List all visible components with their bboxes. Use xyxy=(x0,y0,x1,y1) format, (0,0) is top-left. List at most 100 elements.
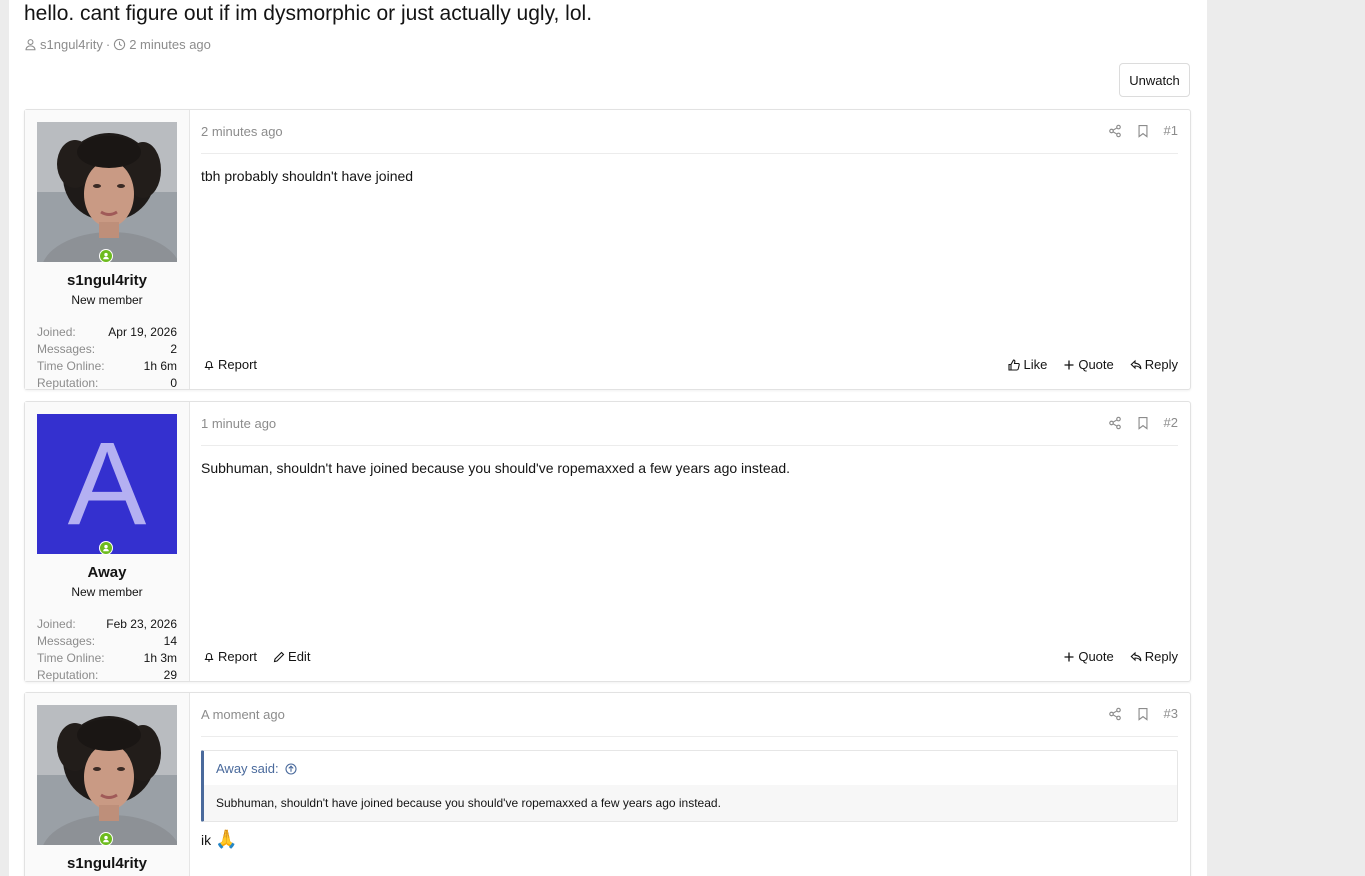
messages-value[interactable]: 14 xyxy=(164,633,177,650)
thread-time[interactable]: 2 minutes ago xyxy=(129,37,211,52)
pencil-icon xyxy=(273,651,285,662)
stat-label: Messages: xyxy=(37,634,96,648)
report-label: Report xyxy=(218,357,258,372)
post-user-cell: A Away New member Joined: Feb 23, 2026 Me… xyxy=(25,402,190,684)
stat-label: Reputation: xyxy=(37,668,99,682)
bookmark-icon[interactable] xyxy=(1136,707,1150,721)
reputation-value: 29 xyxy=(163,668,177,682)
thread-title: hello. cant figure out if im dysmorphic … xyxy=(24,2,593,25)
post-body: tbh probably shouldn't have joined xyxy=(201,168,414,184)
reply-label: Reply xyxy=(1144,649,1178,664)
quote-author[interactable]: Away said: xyxy=(216,761,279,776)
user-title: New member xyxy=(71,585,143,599)
avatar[interactable] xyxy=(37,122,177,262)
thread-meta: s1ngul4rity · 2 minutes ago xyxy=(24,37,211,52)
thread-author[interactable]: s1ngul4rity xyxy=(40,37,103,52)
meta-separator: · xyxy=(105,37,111,52)
stat-label: Time Online: xyxy=(37,651,105,665)
reply-label: Reply xyxy=(1144,357,1178,372)
stat-label: Messages: xyxy=(37,342,96,356)
quote-block: Away said: Subhuman, shouldn't have join… xyxy=(201,750,1178,822)
report-button[interactable]: Report xyxy=(203,357,257,372)
post-number[interactable]: #1 xyxy=(1164,123,1178,138)
joined-value: Apr 19, 2026 xyxy=(108,325,177,339)
quote-text: Subhuman, shouldn't have joined because … xyxy=(204,785,1177,821)
username[interactable]: s1ngul4rity xyxy=(25,272,189,289)
post-actions-top: #2 xyxy=(1108,415,1178,430)
praying-hands-emoji: 🙏 xyxy=(215,829,238,849)
time-online-value: 1h 6m xyxy=(143,359,177,373)
unwatch-button[interactable]: Unwatch xyxy=(1119,63,1190,97)
bookmark-icon[interactable] xyxy=(1136,124,1150,138)
joined-value: Feb 23, 2026 xyxy=(106,617,177,631)
username[interactable]: Away xyxy=(25,564,189,581)
edit-label: Edit xyxy=(288,649,311,664)
user-icon xyxy=(25,39,36,51)
edit-button[interactable]: Edit xyxy=(273,649,310,664)
stat-label: Reputation: xyxy=(37,376,99,390)
post-user-cell: s1ngul4rity xyxy=(25,693,190,876)
post: s1ngul4rity A moment ago #3 Away said: S… xyxy=(24,692,1191,876)
online-status-icon xyxy=(99,541,113,555)
clock-icon xyxy=(114,38,126,51)
online-status-icon xyxy=(99,249,113,263)
post-body: Subhuman, shouldn't have joined because … xyxy=(201,460,791,476)
post: A Away New member Joined: Feb 23, 2026 Me… xyxy=(24,401,1191,682)
reputation-value: 0 xyxy=(170,376,177,390)
share-icon[interactable] xyxy=(1108,416,1122,430)
share-icon[interactable] xyxy=(1108,707,1122,721)
thread-page: hello. cant figure out if im dysmorphic … xyxy=(9,0,1207,876)
user-stats: Joined: Apr 19, 2026 Messages: 2 Time Onli… xyxy=(37,324,177,392)
like-button[interactable]: Like xyxy=(1008,357,1047,372)
stat-label: Joined: xyxy=(37,325,76,339)
bell-icon xyxy=(204,360,214,370)
quote-button[interactable]: Quote xyxy=(1063,649,1114,664)
quote-label: Quote xyxy=(1078,357,1114,372)
bell-icon xyxy=(204,652,214,662)
online-status-icon xyxy=(99,832,113,846)
stat-label: Time Online: xyxy=(37,359,105,373)
post-time[interactable]: 2 minutes ago xyxy=(201,124,283,139)
reply-text: ik 🙏 xyxy=(201,829,1178,850)
user-title: New member xyxy=(71,293,143,307)
plus-icon xyxy=(1064,652,1074,661)
post-footer: Report Edit Quote Reply xyxy=(201,645,1178,669)
stat-label: Joined: xyxy=(37,617,76,631)
report-button[interactable]: Report xyxy=(203,649,257,664)
post: s1ngul4rity New member Joined: Apr 19, 20… xyxy=(24,109,1191,390)
post-footer: Report Like Quote Reply xyxy=(201,353,1178,377)
post-actions-top: #3 xyxy=(1108,706,1178,721)
reply-button[interactable]: Reply xyxy=(1130,357,1178,372)
post-number[interactable]: #2 xyxy=(1164,415,1178,430)
report-label: Report xyxy=(218,649,258,664)
thumbs-up-icon xyxy=(1008,358,1021,371)
time-online-value: 1h 3m xyxy=(143,651,177,665)
post-body: Away said: Subhuman, shouldn't have join… xyxy=(201,737,1178,850)
bookmark-icon[interactable] xyxy=(1136,416,1150,430)
post-user-cell: s1ngul4rity New member Joined: Apr 19, 20… xyxy=(25,110,190,392)
user-stats: Joined: Feb 23, 2026 Messages: 14 Time Onl… xyxy=(37,616,177,684)
post-actions-top: #1 xyxy=(1108,123,1178,138)
post-divider xyxy=(201,153,1178,154)
arrow-up-circle-icon[interactable] xyxy=(285,762,297,775)
quote-header[interactable]: Away said: xyxy=(204,751,1177,785)
avatar[interactable]: A xyxy=(37,414,177,554)
quote-button[interactable]: Quote xyxy=(1063,357,1114,372)
post-time[interactable]: 1 minute ago xyxy=(201,416,276,431)
messages-value[interactable]: 2 xyxy=(170,341,177,358)
post-divider xyxy=(201,445,1178,446)
avatar-image xyxy=(37,705,177,845)
username[interactable]: s1ngul4rity xyxy=(25,855,189,872)
reply-icon xyxy=(1130,651,1142,661)
plus-icon xyxy=(1064,360,1074,369)
reply-button[interactable]: Reply xyxy=(1130,649,1178,664)
quote-label: Quote xyxy=(1078,649,1114,664)
avatar[interactable] xyxy=(37,705,177,845)
post-number[interactable]: #3 xyxy=(1164,706,1178,721)
post-time[interactable]: A moment ago xyxy=(201,707,285,722)
reply-body: ik xyxy=(201,831,212,848)
avatar-image xyxy=(37,122,177,262)
share-icon[interactable] xyxy=(1108,124,1122,138)
reply-icon xyxy=(1130,359,1142,369)
like-label: Like xyxy=(1023,357,1048,372)
